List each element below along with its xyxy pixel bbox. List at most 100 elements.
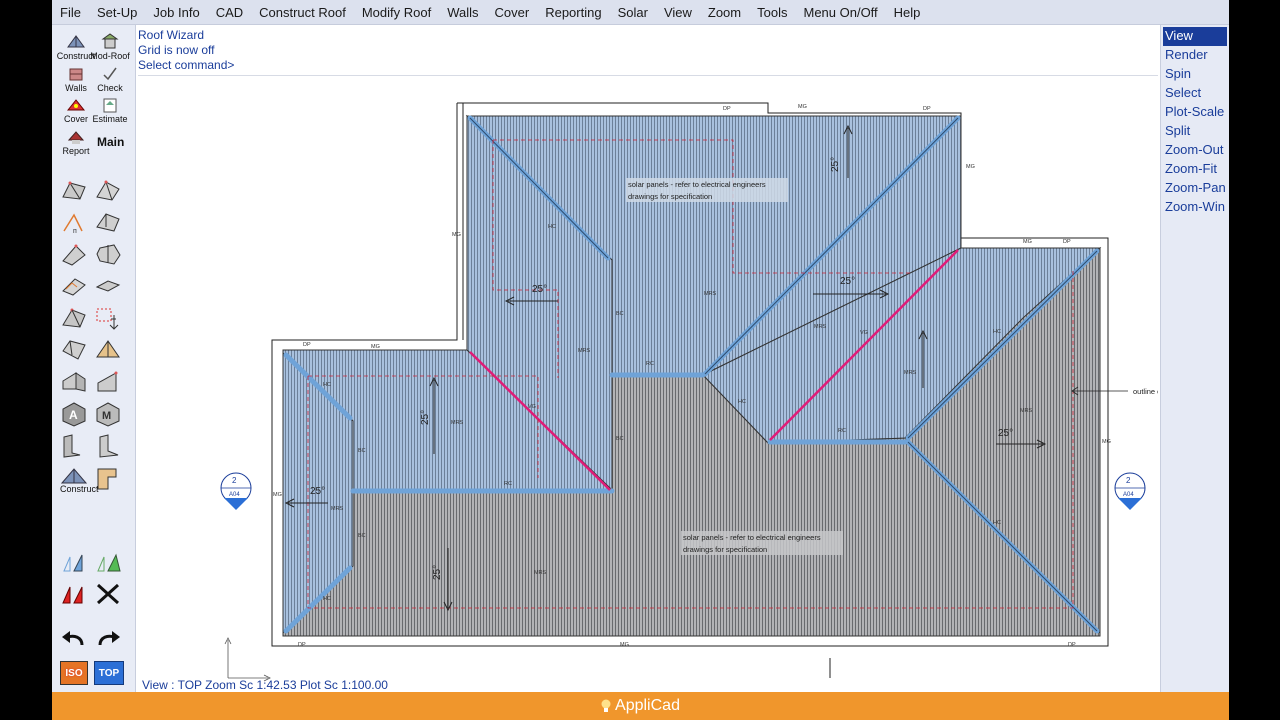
svg-text:HC: HC: [323, 596, 331, 602]
view-command-panel: View Render Spin Select Plot-Scale Split…: [1160, 25, 1229, 692]
svg-text:MRS: MRS: [578, 348, 591, 354]
menu-cad[interactable]: CAD: [208, 0, 251, 25]
view-option-zoom-win[interactable]: Zoom-Win: [1161, 198, 1229, 217]
mod-roof-icon: [101, 33, 119, 49]
view-option-select[interactable]: Select: [1161, 84, 1229, 103]
svg-text:MRS: MRS: [534, 570, 547, 576]
svg-text:MG: MG: [1023, 239, 1032, 245]
wall-split-tool-icon[interactable]: [94, 369, 122, 395]
svg-text:DP: DP: [1068, 642, 1076, 648]
svg-text:VG: VG: [528, 404, 536, 410]
triangle-red-tool-icon[interactable]: [60, 581, 88, 607]
section-marker-right[interactable]: 2 A04: [1114, 472, 1146, 510]
menu-reporting[interactable]: Reporting: [537, 0, 609, 25]
select-region-tool-icon[interactable]: [94, 305, 122, 331]
estimate-button[interactable]: Estimate: [93, 94, 128, 124]
triangle-green-tool-icon[interactable]: [94, 549, 122, 575]
skillion-tool-icon[interactable]: [60, 241, 88, 267]
view-option-render[interactable]: Render: [1161, 46, 1229, 65]
view-option-zoom-pan[interactable]: Zoom-Pan: [1161, 179, 1229, 198]
left-toolbar: Construct Mod-Roof Walls Check Cover Est…: [52, 25, 136, 692]
svg-text:RC: RC: [838, 428, 846, 434]
menu-job-info[interactable]: Job Info: [145, 0, 207, 25]
svg-text:DP: DP: [303, 342, 311, 348]
construct-button[interactable]: Construct: [57, 31, 95, 61]
gable-roof-tool-icon[interactable]: [60, 177, 88, 203]
menu-walls[interactable]: Walls: [439, 0, 486, 25]
gambrel-tool-icon[interactable]: [60, 337, 88, 363]
iso-view-button[interactable]: ISO: [60, 661, 88, 685]
hexagon-roof-tool-icon[interactable]: [94, 241, 122, 267]
redo-icon[interactable]: [94, 627, 122, 653]
menu-cover[interactable]: Cover: [487, 0, 538, 25]
cover-button[interactable]: Cover: [60, 94, 92, 124]
applicad-window: File Set-Up Job Info CAD Construct Roof …: [52, 0, 1229, 720]
section-marker-left[interactable]: 2 A04: [220, 472, 252, 510]
flat-plane-tool-icon[interactable]: [60, 273, 88, 299]
awning-tool-icon[interactable]: [94, 273, 122, 299]
pitch-label: 25°: [420, 410, 431, 425]
svg-text:MG: MG: [966, 164, 975, 170]
check-icon: [103, 67, 117, 81]
view-option-view[interactable]: View: [1163, 27, 1227, 46]
walls-icon: [69, 68, 83, 81]
svg-text:RC: RC: [504, 481, 512, 487]
svg-text:п: п: [73, 228, 77, 235]
menu-help[interactable]: Help: [886, 0, 929, 25]
triangle-outline-tool-icon[interactable]: [60, 549, 88, 575]
report-button[interactable]: Report: [60, 126, 92, 156]
menu-setup[interactable]: Set-Up: [89, 0, 145, 25]
command-prompt[interactable]: Select command>: [138, 58, 1158, 73]
corner-right-tool-icon[interactable]: [94, 433, 122, 459]
corner-left-tool-icon[interactable]: [60, 433, 88, 459]
estimate-icon: [103, 98, 117, 113]
brand-logo: AppliCad: [601, 697, 680, 715]
view-option-zoom-fit[interactable]: Zoom-Fit: [1161, 160, 1229, 179]
menu-tools[interactable]: Tools: [749, 0, 795, 25]
svg-text:A04: A04: [229, 492, 240, 498]
construct-m-tool-icon[interactable]: M: [94, 401, 122, 427]
pitch-label: 25°: [998, 428, 1013, 439]
brand-bar: AppliCad: [52, 692, 1229, 720]
construct-icon: [67, 35, 85, 48]
svg-text:VG: VG: [860, 330, 868, 336]
check-button[interactable]: Check: [94, 63, 126, 93]
ucs-axis-icon: [224, 637, 271, 682]
view-option-spin[interactable]: Spin: [1161, 65, 1229, 84]
pitch-tool-icon[interactable]: п: [60, 209, 88, 235]
cover-icon: [66, 99, 86, 111]
command-line-2: Grid is now off: [138, 43, 215, 57]
construct-a-tool-icon[interactable]: A: [60, 401, 88, 427]
menu-zoom[interactable]: Zoom: [700, 0, 749, 25]
walls-button[interactable]: Walls: [60, 63, 92, 93]
wall-extend-tool-icon[interactable]: [60, 369, 88, 395]
menu-file[interactable]: File: [52, 0, 89, 25]
pyramid-tool-icon[interactable]: [94, 337, 122, 363]
svg-text:A: A: [69, 408, 78, 422]
delete-x-tool-icon[interactable]: [94, 581, 122, 607]
menu-modify-roof[interactable]: Modify Roof: [354, 0, 439, 25]
top-view-button[interactable]: TOP: [94, 661, 124, 685]
mod-roof-button[interactable]: Mod-Roof: [90, 31, 130, 61]
dutch-gable-tool-icon[interactable]: [94, 209, 122, 235]
svg-text:DP: DP: [1063, 239, 1071, 245]
svg-text:HC: HC: [548, 224, 556, 230]
hip-roof-tool-icon[interactable]: [94, 177, 122, 203]
svg-text:MG: MG: [452, 232, 461, 238]
menu-solar[interactable]: Solar: [610, 0, 656, 25]
view-option-zoom-out[interactable]: Zoom-Out: [1161, 141, 1229, 160]
dormer-tool-icon[interactable]: [60, 305, 88, 331]
menu-construct-roof[interactable]: Construct Roof: [251, 0, 354, 25]
view-option-plot-scale[interactable]: Plot-Scale: [1161, 103, 1229, 122]
main-label[interactable]: Main: [97, 135, 124, 149]
undo-icon[interactable]: [60, 627, 88, 653]
svg-text:BC: BC: [616, 311, 624, 317]
svg-text:RC: RC: [646, 361, 654, 367]
menu-view[interactable]: View: [656, 0, 700, 25]
svg-text:MRS: MRS: [1020, 408, 1033, 414]
menu-menu-onoff[interactable]: Menu On/Off: [795, 0, 885, 25]
drawing-canvas[interactable]: 25° 25° 25° 25° 25° 25° 25° solar panels…: [138, 78, 1158, 692]
view-option-split[interactable]: Split: [1161, 122, 1229, 141]
pitch-label: 25°: [532, 284, 547, 295]
svg-text:MRS: MRS: [904, 370, 917, 376]
